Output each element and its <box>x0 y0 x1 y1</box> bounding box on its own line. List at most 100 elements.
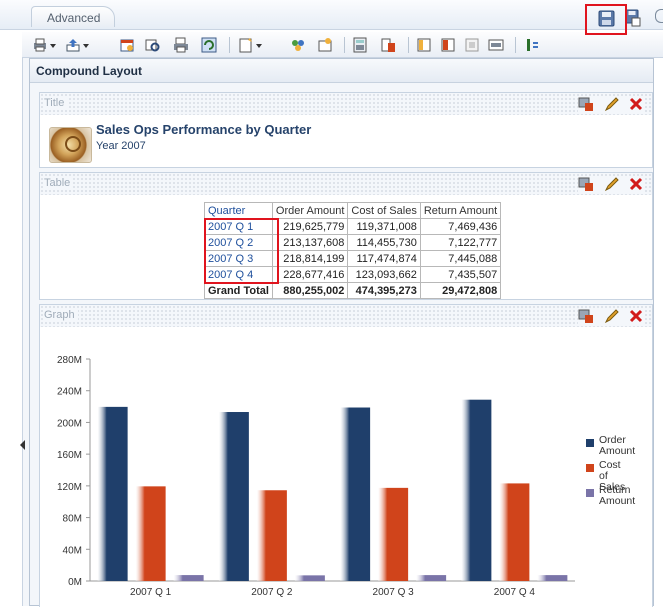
tab-strip: Advanced <box>0 0 663 30</box>
y-tick-label: 200M <box>57 418 82 429</box>
bar-return-amount <box>537 575 568 581</box>
column-header[interactable]: Quarter <box>204 202 273 219</box>
cost-of-sales-cell: 114,455,730 <box>347 234 421 251</box>
bar-order-amount <box>461 399 492 581</box>
table-view-label: Table <box>44 177 74 189</box>
format-view-icon[interactable] <box>578 96 594 115</box>
return-amount-cell: 7,435,507 <box>419 266 502 283</box>
cost-of-sales-cell: 117,474,874 <box>347 250 421 267</box>
column-header[interactable]: Return Amount <box>419 202 502 219</box>
properties-icon[interactable] <box>488 37 504 53</box>
x-tick-label: 2007 Q 2 <box>251 587 293 598</box>
filters-icon[interactable] <box>290 37 306 53</box>
toggle-icon[interactable] <box>524 37 540 53</box>
save-button[interactable] <box>585 4 627 35</box>
y-tick-label: 40M <box>63 545 82 556</box>
print-icon[interactable] <box>32 37 56 53</box>
left-rail <box>22 58 29 606</box>
pivot-table: Quarter Order Amount Cost of Sales Retur… <box>204 202 502 299</box>
copy-icon[interactable] <box>464 37 480 53</box>
new-view-icon[interactable] <box>238 37 262 53</box>
y-tick-label: 240M <box>57 387 82 398</box>
export-icon[interactable] <box>65 37 89 53</box>
legend-label: Amount <box>599 495 635 507</box>
return-amount-total: 29,472,808 <box>419 282 502 299</box>
quarter-cell[interactable]: 2007 Q 2 <box>204 234 273 251</box>
bar-cost-of-sales <box>135 486 166 581</box>
columns-icon[interactable] <box>380 37 396 53</box>
report-title: Sales Ops Performance by Quarter <box>96 122 312 137</box>
y-tick-label: 160M <box>57 450 82 461</box>
format-view-icon[interactable] <box>578 308 594 327</box>
return-amount-cell: 7,122,777 <box>419 234 502 251</box>
toolbar <box>22 32 663 58</box>
y-tick-label: 280M <box>57 355 82 366</box>
sort-icon[interactable] <box>416 37 432 53</box>
bar-chart: 0M 40M 80M 120M 160M 200M 240M 280M 2007 Q 1 2007… <box>57 355 635 598</box>
return-amount-cell: 7,469,436 <box>419 218 502 235</box>
y-tick-label: 80M <box>63 514 82 525</box>
x-tick-label: 2007 Q 4 <box>494 587 536 598</box>
y-tick-label: 120M <box>57 482 82 493</box>
legend-label: Amount <box>599 445 635 457</box>
save-as-icon[interactable] <box>625 9 641 27</box>
compound-layout: Compound Layout Title Sales Ops Performa… <box>29 58 654 607</box>
refresh-icon[interactable] <box>201 37 217 53</box>
return-amount-cell: 7,445,088 <box>419 250 502 267</box>
remove-view-icon[interactable] <box>628 176 644 195</box>
bar-order-amount <box>97 406 128 581</box>
order-amount-cell: 219,625,779 <box>271 218 349 235</box>
edit-view-icon[interactable] <box>604 308 620 327</box>
schedule-icon[interactable] <box>119 37 135 53</box>
order-amount-cell: 218,814,199 <box>271 250 349 267</box>
grand-total-row: Grand Total 880,255,002 474,395,273 29,4… <box>204 282 502 299</box>
table-row: 2007 Q 3 218,814,199 117,474,874 7,445,0… <box>204 250 502 267</box>
splitter-handle[interactable] <box>20 440 25 450</box>
cost-of-sales-total: 474,395,273 <box>347 282 421 299</box>
bar-order-amount <box>218 412 249 581</box>
selection-steps-icon[interactable] <box>317 37 333 53</box>
calculator-icon[interactable] <box>352 37 368 53</box>
table-row: 2007 Q 2 213,137,608 114,455,730 7,122,7… <box>204 234 502 251</box>
report-thumbnail <box>49 127 92 163</box>
edit-view-icon[interactable] <box>604 176 620 195</box>
table-header-row: Quarter Order Amount Cost of Sales Retur… <box>204 202 502 219</box>
remove-view-icon[interactable] <box>628 96 644 115</box>
graph-view: Graph 0M 40M 80M 120M 160M 200M 240M 280M 2007 Q… <box>39 304 653 607</box>
tab-advanced[interactable]: Advanced <box>31 6 115 27</box>
report-subtitle: Year 2007 <box>96 140 146 152</box>
x-tick-label: 2007 Q 3 <box>373 587 415 598</box>
cost-of-sales-cell: 119,371,008 <box>347 218 421 235</box>
order-amount-cell: 213,137,608 <box>271 234 349 251</box>
bar-cost-of-sales <box>256 490 287 581</box>
graph-view-label: Graph <box>44 309 78 321</box>
column-header[interactable]: Order Amount <box>271 202 349 219</box>
quarter-cell[interactable]: 2007 Q 3 <box>204 250 273 267</box>
compound-layout-title: Compound Layout <box>30 59 653 83</box>
bar-cost-of-sales <box>499 483 530 581</box>
title-view: Title Sales Ops Performance by Quarter Y… <box>39 92 653 168</box>
quarter-cell[interactable]: 2007 Q 1 <box>204 218 273 235</box>
title-view-label: Title <box>44 97 68 109</box>
bar-cost-of-sales <box>378 487 409 581</box>
preview-icon[interactable] <box>145 37 161 53</box>
y-tick-label: 0M <box>68 577 82 588</box>
table-row: 2007 Q 4 228,677,416 123,093,662 7,435,5… <box>204 266 502 283</box>
edit-view-icon[interactable] <box>604 96 620 115</box>
cost-of-sales-cell: 123,093,662 <box>347 266 421 283</box>
bar-order-amount <box>340 407 371 581</box>
table-row: 2007 Q 1 219,625,779 119,371,008 7,469,4… <box>204 218 502 235</box>
x-tick-label: 2007 Q 1 <box>130 587 172 598</box>
edit-icon[interactable] <box>440 37 456 53</box>
order-amount-total: 880,255,002 <box>271 282 349 299</box>
quarter-cell[interactable]: 2007 Q 4 <box>204 266 273 283</box>
table-view: Table Quarter Order Amount Cost of Sales… <box>39 172 653 300</box>
legend-swatch <box>586 489 594 497</box>
overflow-icon[interactable] <box>655 9 663 23</box>
print-preview-icon[interactable] <box>173 37 189 53</box>
column-header[interactable]: Cost of Sales <box>347 202 421 219</box>
bar-return-amount <box>173 575 204 581</box>
remove-view-icon[interactable] <box>628 308 644 327</box>
order-amount-cell: 228,677,416 <box>271 266 349 283</box>
format-view-icon[interactable] <box>578 176 594 195</box>
